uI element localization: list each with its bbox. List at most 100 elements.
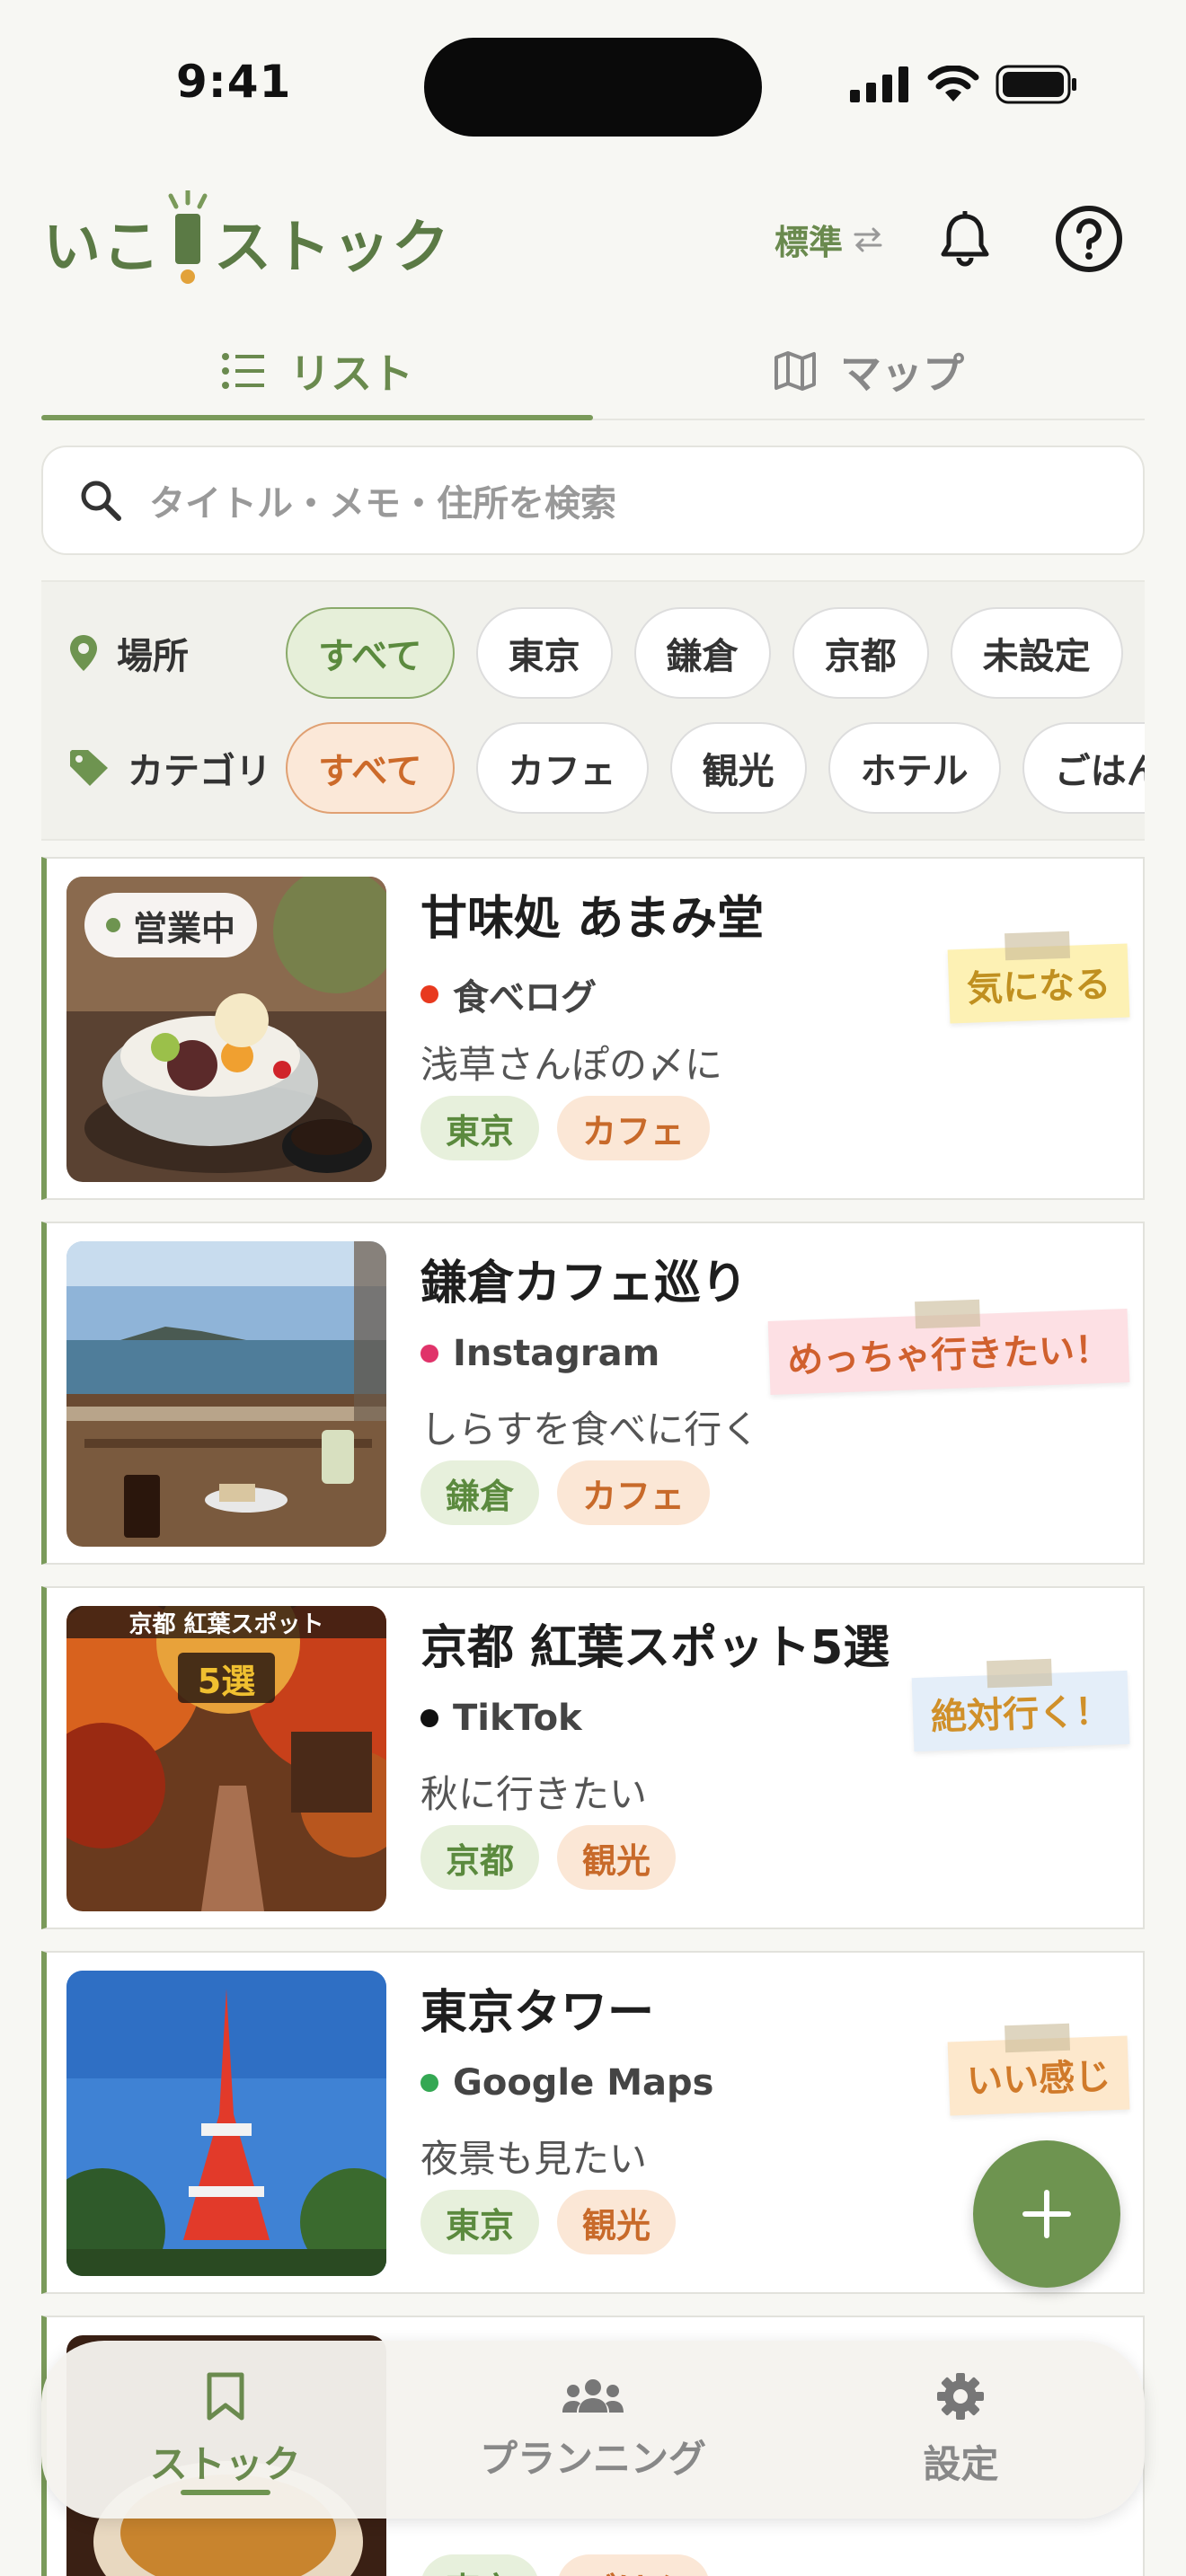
group-icon [562,2378,624,2413]
source-label: Google Maps [453,2062,714,2104]
tab-list-label: リスト [289,349,413,398]
sticky-note: いい感じ [947,2023,1130,2116]
place-chip-all[interactable]: すべて [286,607,455,699]
logo-text-left: いこ [43,215,162,281]
tape-decoration [915,1299,981,1329]
tag-category: 観光 [557,1825,677,1890]
sticky-note: めっちゃ行きたい！ [767,1299,1130,1395]
category-filter-row: カテゴリ すべて カフェ 観光 ホテル ごはん [41,720,1145,816]
category-chip-sightseeing[interactable]: 観光 [669,722,807,814]
app-logo: いこ ストック [43,189,451,296]
header-actions: 標準 [774,205,1123,273]
tag-place: 東京 [420,2554,540,2576]
card-title: 東京タワー [420,1986,655,2040]
source-dot [420,985,438,1003]
stock-card[interactable]: 京都 紅葉スポット 5選 京都 紅葉スポット5選 TikTok 秋に行きたい 京… [41,1586,1145,1929]
tag-category: ごはん [557,2554,711,2576]
sticky-note: 絶対行く！ [911,1658,1130,1752]
category-chip-food[interactable]: ごはん [1022,722,1145,814]
card-memo: 夜景も見たい [420,2137,648,2181]
source-dot [420,1345,438,1363]
battery-icon [996,65,1076,104]
mode-label: 標準 [774,222,843,262]
status-time: 9:41 [176,56,292,108]
tag-category: カフェ [557,1096,711,1160]
place-chip-tokyo[interactable]: 東京 [475,607,613,699]
category-label-text: カテゴリ [128,751,271,792]
help-icon[interactable] [1055,205,1123,273]
card-title: 鎌倉カフェ巡り [420,1257,748,1310]
card-tags: 東京 ごはん [420,2554,711,2576]
sticky-note: 気になる [947,931,1130,1024]
tape-decoration [987,1658,1053,1689]
tab-list[interactable]: リスト [41,323,593,420]
nav-planning-label: プランニング [479,2436,706,2481]
nav-settings-label: 設定 [923,2441,999,2486]
source-label: Instagram [453,1333,660,1374]
tag-icon [70,750,108,786]
card-title: 甘味処 あまみ堂 [420,892,765,946]
card-source: Google Maps [420,2062,713,2104]
mode-toggle[interactable]: 標準 [774,215,884,264]
logo-text-right: ストック [214,215,451,281]
source-label: 食べログ [453,977,597,1019]
card-memo: しらすを食べに行く [420,1407,760,1451]
list-icon [222,353,264,389]
signal-icon [850,66,908,102]
tag-place: 東京 [420,2190,540,2254]
place-label-text: 場所 [117,636,189,677]
location-pin-icon [70,635,97,671]
category-chip-hotel[interactable]: ホテル [828,722,1001,814]
card-memo: 浅草さんぽの〆に [420,1043,723,1087]
nav-planning[interactable]: プランニング [409,2341,776,2519]
bottom-nav: ストック プランニング 設定 [41,2341,1145,2519]
thumb-badge: 5選 [197,1661,256,1701]
thumbnail-tokyo-tower-photo [66,1971,386,2276]
card-source: Instagram [420,1333,659,1374]
card-source: TikTok [420,1698,582,1739]
thumbnail-seaside-cafe-photo [66,1241,386,1547]
card-title: 京都 紅葉スポット5選 [420,1621,890,1675]
source-dot [420,1709,438,1727]
tab-map[interactable]: マップ [593,323,1145,419]
card-memo: 秋に行きたい [420,1772,648,1816]
place-chips: すべて 東京 鎌倉 京都 未設定 [286,607,1123,699]
source-label: TikTok [453,1698,582,1739]
nav-settings[interactable]: 設定 [777,2341,1145,2519]
tape-decoration [1005,2023,1071,2053]
nav-active-indicator [180,2490,270,2495]
sticky-text: 絶対行く！ [930,1690,1111,1739]
tag-category: カフェ [557,1460,711,1525]
sticky-text: いい感じ [966,2056,1111,2103]
open-status-badge: 営業中 [84,893,258,957]
place-filter-row: 場所 すべて 東京 鎌倉 京都 未設定 [41,605,1145,701]
swap-icon [854,227,882,252]
tag-place: 京都 [420,1825,540,1890]
stock-card[interactable]: 鎌倉カフェ巡り Instagram しらすを食べに行く 鎌倉 カフェ めっちゃ行… [41,1222,1145,1565]
map-icon [774,351,816,391]
source-dot [420,2074,438,2092]
thumbnail-autumn-leaves-photo: 京都 紅葉スポット 5選 [66,1606,386,1911]
add-stock-button[interactable] [973,2140,1120,2288]
stock-card[interactable]: 営業中 甘味処 あまみ堂 食べログ 浅草さんぽの〆に 東京 カフェ 気になる [41,857,1145,1200]
logo-pin-icon [165,190,210,284]
place-chip-kyoto[interactable]: 京都 [792,607,929,699]
notification-bell-icon[interactable] [940,211,990,267]
nav-stock[interactable]: ストック [41,2341,409,2519]
status-icons [850,65,1078,104]
category-chip-all[interactable]: すべて [286,722,455,814]
dynamic-island [424,38,762,137]
search-input[interactable]: タイトル・メモ・住所を検索 [149,474,616,526]
place-chip-kamakura[interactable]: 鎌倉 [633,607,771,699]
search-bar[interactable]: タイトル・メモ・住所を検索 [41,446,1145,555]
wifi-icon [927,66,979,101]
filter-panel: 場所 すべて 東京 鎌倉 京都 未設定 カテゴリ すべて カフェ 観光 ホテル … [41,580,1145,841]
view-tabs: リスト マップ [41,323,1145,420]
card-tags: 京都 観光 [420,1825,677,1890]
bookmark-icon [207,2372,244,2420]
category-chips: すべて カフェ 観光 ホテル ごはん [286,722,1145,814]
plus-icon [1022,2190,1071,2238]
tag-place: 東京 [420,1096,540,1160]
place-chip-unset[interactable]: 未設定 [950,607,1123,699]
category-chip-cafe[interactable]: カフェ [475,722,649,814]
